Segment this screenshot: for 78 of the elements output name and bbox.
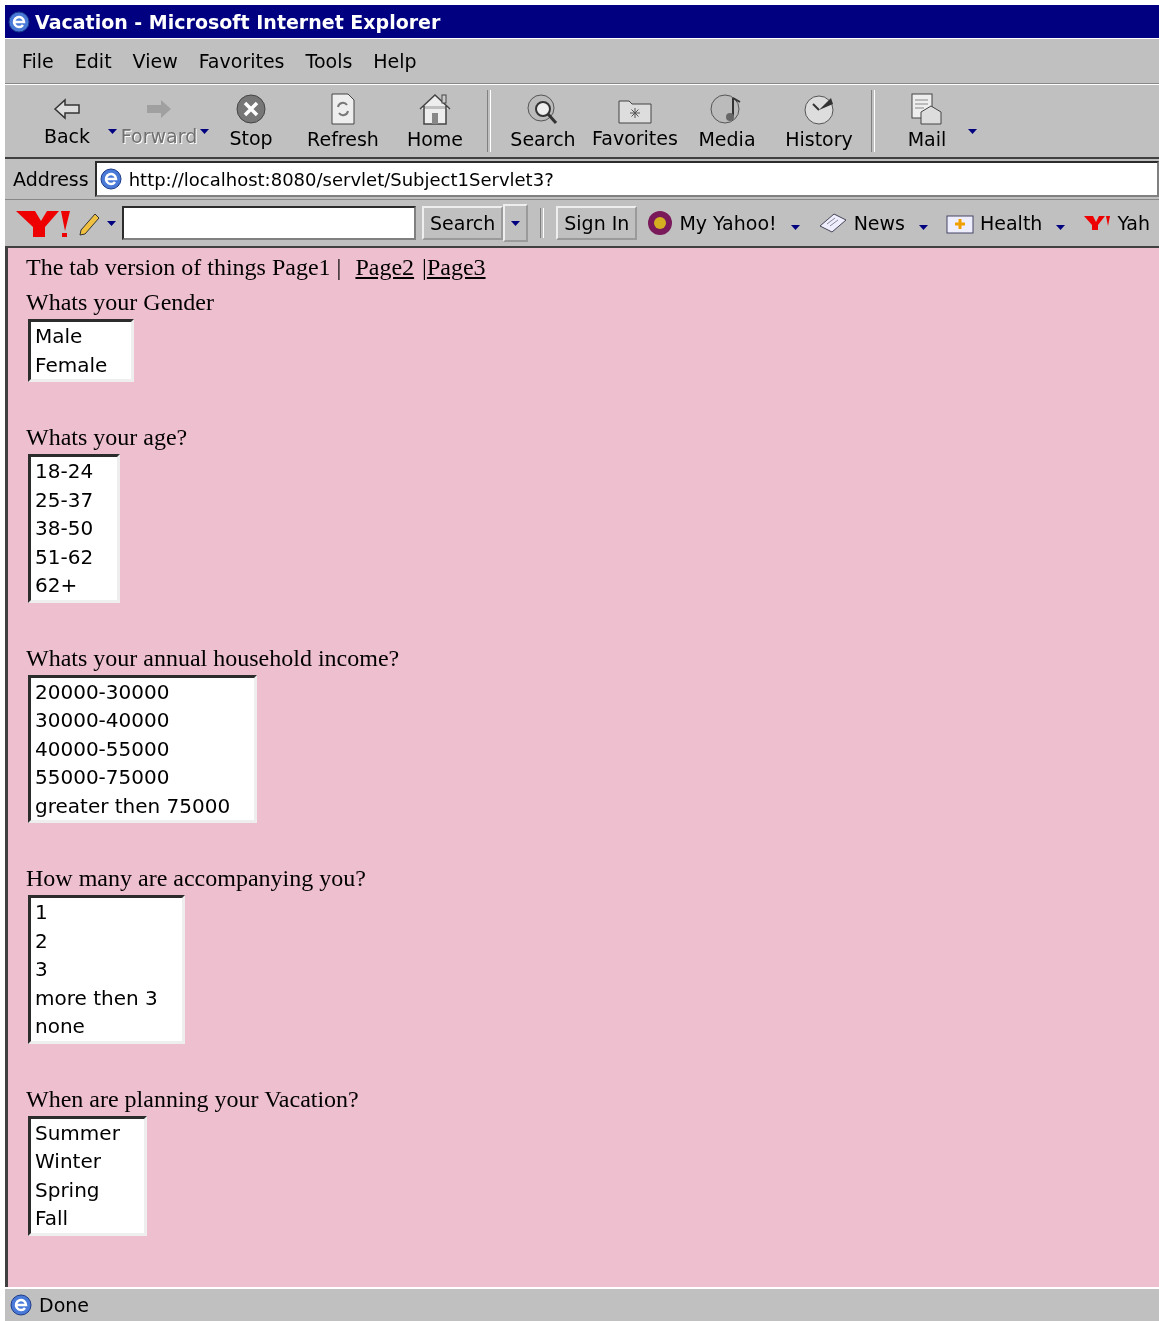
list-option[interactable]: 20000-30000 — [35, 677, 231, 706]
menu-item[interactable]: View — [123, 50, 190, 72]
toolbar-link[interactable]: My Yahoo! — [679, 212, 777, 234]
dropdown-caret-icon[interactable] — [1056, 225, 1066, 230]
search-field[interactable] — [122, 206, 416, 240]
list-option[interactable]: none — [35, 1012, 158, 1041]
toolbar-button[interactable]: Home — [389, 88, 481, 154]
list-option[interactable]: 40000-55000 — [35, 734, 231, 763]
list-option[interactable]: 18-24 — [35, 457, 94, 486]
toolbar-button[interactable]: Back — [21, 88, 113, 154]
list-option[interactable]: Summer — [35, 1118, 120, 1147]
question-label: Whats your age? — [26, 423, 189, 452]
question-label: Whats your annual household income? — [26, 643, 401, 673]
mail-icon — [909, 92, 945, 126]
question-label: How many are accompanying you? — [26, 864, 367, 893]
dropdown-caret-icon[interactable] — [107, 220, 116, 226]
toolbar-button[interactable]: Stop — [205, 88, 297, 154]
menu-item[interactable]: Favorites — [189, 50, 297, 72]
toolbar-button[interactable]: Search — [497, 88, 589, 154]
question-label: When are planning your Vacation? — [26, 1084, 360, 1114]
toolbar-button[interactable]: History — [773, 88, 865, 154]
dropdown-caret-icon[interactable] — [919, 225, 928, 230]
toolbar-link[interactable]: Health — [980, 212, 1043, 234]
page-intro: The tab version of things Page1 | — [26, 254, 342, 281]
address-label: Address — [13, 168, 89, 190]
list-option[interactable]: greater then 75000 — [35, 791, 231, 820]
dropdown-caret-icon[interactable] — [790, 225, 800, 230]
toolbar-button[interactable]: Media — [681, 88, 773, 154]
page-link[interactable]: Page2 — [355, 254, 415, 281]
link-separator: | — [422, 254, 427, 281]
toolbar-link[interactable]: News — [853, 212, 905, 234]
list-box[interactable]: Male Female — [28, 319, 135, 382]
list-option[interactable]: Fall — [35, 1204, 120, 1233]
newspaper-icon — [817, 212, 848, 234]
list-option[interactable]: 55000-75000 — [35, 763, 231, 792]
window-title: Vacation - Microsoft Internet Explorer — [35, 10, 441, 33]
list-box[interactable]: 20000-30000 30000-40000 40000-55000 55000-75000 greater then 75000 — [28, 674, 258, 823]
search-button[interactable]: Search — [422, 206, 504, 240]
list-option[interactable]: 25-37 — [35, 485, 94, 514]
menu-item[interactable]: Edit — [65, 50, 124, 72]
sign-in-button[interactable]: Sign In — [556, 206, 638, 240]
clock-icon — [801, 92, 837, 126]
toolbar-button[interactable]: Mail — [881, 88, 973, 154]
browser-icon — [7, 9, 31, 34]
menu-item[interactable]: Tools — [296, 50, 365, 72]
toolbar-link[interactable]: Yah — [1117, 212, 1151, 234]
search-dropdown[interactable] — [503, 204, 529, 242]
menu-item[interactable]: File — [13, 50, 66, 72]
first-aid-kit-icon — [946, 212, 974, 234]
list-option[interactable]: Winter — [35, 1147, 120, 1176]
list-option[interactable]: 51-62 — [35, 542, 94, 571]
yahoo-logo-icon — [1083, 214, 1112, 232]
page-icon — [9, 1293, 33, 1317]
list-option[interactable]: more then 3 — [35, 983, 158, 1012]
list-option[interactable]: Male — [35, 322, 108, 351]
toolbar-button[interactable]: Refresh — [297, 88, 389, 154]
toolbar-button[interactable]: Favorites — [589, 88, 681, 154]
list-option[interactable]: 2 — [35, 926, 158, 955]
menu-item[interactable]: Help — [364, 50, 429, 72]
list-option[interactable]: 30000-40000 — [35, 706, 231, 735]
caret-icon[interactable] — [511, 220, 521, 226]
list-box[interactable]: 18-24 25-37 38-50 51-62 62+ — [28, 454, 121, 603]
list-box[interactable]: 1 2 3 more then 3 none — [28, 895, 185, 1044]
page-link[interactable]: Page3 — [426, 254, 486, 281]
question-label: Whats your Gender — [26, 288, 215, 317]
status-text: Done — [39, 1294, 89, 1316]
page-icon — [98, 167, 123, 191]
list-option[interactable]: 1 — [35, 898, 158, 927]
list-option[interactable]: Female — [35, 350, 108, 379]
list-option[interactable]: 62+ — [35, 571, 94, 600]
list-option[interactable]: 3 — [35, 955, 158, 984]
house-icon — [417, 92, 453, 126]
list-option[interactable]: 38-50 — [35, 514, 94, 543]
list-box[interactable]: Summer Winter Spring Fall — [28, 1115, 147, 1236]
address-field[interactable]: http://localhost:8080/servlet/Subject1Servlet3? — [94, 161, 1159, 197]
my-yahoo-icon — [647, 210, 674, 236]
stop-icon — [233, 93, 269, 125]
list-option[interactable]: Spring — [35, 1175, 120, 1204]
